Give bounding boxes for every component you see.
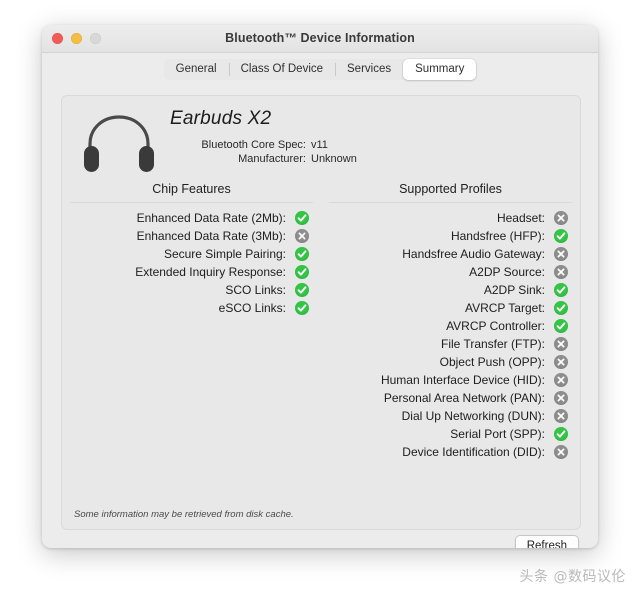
status-check-icon: [554, 301, 568, 315]
supported-profiles-divider: [329, 202, 572, 203]
chip-feature-label: eSCO Links:: [218, 301, 286, 315]
chip-feature-label: Enhanced Data Rate (3Mb):: [136, 229, 286, 243]
manufacturer-label: Manufacturer:: [238, 153, 306, 165]
supported-profile-row: Headset:: [321, 209, 580, 227]
device-spec-row: Bluetooth Core Spec: v11: [170, 139, 357, 151]
status-cross-icon: [554, 373, 568, 387]
device-name: Earbuds X2: [170, 108, 272, 129]
chip-features-column: Chip Features Enhanced Data Rate (2Mb): E…: [62, 181, 321, 529]
manufacturer-value: Unknown: [311, 153, 357, 165]
chip-features-title: Chip Features: [152, 182, 231, 196]
tab-bar: General Class Of Device Services Summary: [42, 53, 598, 85]
supported-profile-label: Human Interface Device (HID):: [380, 373, 545, 387]
supported-profile-row: Personal Area Network (PAN):: [321, 389, 580, 407]
bluetooth-core-spec-label: Bluetooth Core Spec:: [201, 139, 306, 151]
supported-profile-row: Human Interface Device (HID):: [321, 371, 580, 389]
headphones-icon: [78, 106, 160, 178]
chip-feature-row: Extended Inquiry Response:: [62, 263, 321, 281]
window-title: Bluetooth™ Device Information: [225, 31, 415, 45]
supported-profile-row: Object Push (OPP):: [321, 353, 580, 371]
supported-profile-row: AVRCP Controller:: [321, 317, 580, 335]
chip-feature-label: Enhanced Data Rate (2Mb):: [136, 211, 286, 225]
status-check-icon: [554, 283, 568, 297]
tab-summary[interactable]: Summary: [403, 58, 477, 80]
summary-columns: Chip Features Enhanced Data Rate (2Mb): E…: [62, 181, 580, 529]
chip-feature-row: Enhanced Data Rate (2Mb):: [62, 209, 321, 227]
chip-feature-label: Secure Simple Pairing:: [163, 247, 286, 261]
status-check-icon: [295, 247, 309, 261]
status-check-icon: [554, 319, 568, 333]
tab-class-of-device[interactable]: Class Of Device: [228, 59, 335, 80]
supported-profile-label: Handsfree (HFP):: [450, 229, 545, 243]
tab-services[interactable]: Services: [335, 59, 403, 80]
supported-profile-label: AVRCP Target:: [464, 301, 545, 315]
status-cross-icon: [554, 265, 568, 279]
chip-features-divider: [70, 202, 313, 203]
supported-profile-label: Personal Area Network (PAN):: [383, 391, 545, 405]
chip-feature-row: Secure Simple Pairing:: [62, 245, 321, 263]
status-check-icon: [295, 265, 309, 279]
supported-profile-label: Object Push (OPP):: [439, 355, 545, 369]
supported-profile-label: A2DP Source:: [469, 265, 545, 279]
supported-profile-row: Device Identification (DID):: [321, 443, 580, 461]
device-header: Earbuds X2 Bluetooth Core Spec: v11 Manu…: [62, 96, 580, 181]
supported-profiles-rows: Headset: Handsfree (HFP): Handsfree Audio …: [321, 209, 580, 461]
device-spec-row: Manufacturer: Unknown: [170, 153, 357, 165]
tab-general[interactable]: General: [164, 59, 229, 80]
status-cross-icon: [554, 409, 568, 423]
supported-profile-row: Dial Up Networking (DUN):: [321, 407, 580, 425]
status-check-icon: [295, 211, 309, 225]
chip-feature-row: SCO Links:: [62, 281, 321, 299]
status-cross-icon: [554, 355, 568, 369]
device-info-block: Earbuds X2 Bluetooth Core Spec: v11 Manu…: [170, 108, 357, 167]
chip-features-rows: Enhanced Data Rate (2Mb): Enhanced Data R…: [62, 209, 321, 317]
status-check-icon: [295, 301, 309, 315]
watermark: 头条 @数码议伦: [519, 569, 626, 585]
status-cross-icon: [554, 391, 568, 405]
supported-profile-label: AVRCP Controller:: [446, 319, 545, 333]
chip-feature-row: Enhanced Data Rate (3Mb):: [62, 227, 321, 245]
supported-profile-row: Serial Port (SPP):: [321, 425, 580, 443]
status-cross-icon: [554, 445, 568, 459]
disk-cache-note: Some information may be retrieved from d…: [74, 509, 294, 520]
supported-profiles-column: Supported Profiles Headset: Handsfree (HF…: [321, 181, 580, 529]
status-cross-icon: [295, 229, 309, 243]
chip-feature-label: Extended Inquiry Response:: [135, 265, 286, 279]
supported-profile-row: Handsfree Audio Gateway:: [321, 245, 580, 263]
supported-profile-row: A2DP Sink:: [321, 281, 580, 299]
supported-profile-label: File Transfer (FTP):: [440, 337, 545, 351]
screenshot-root: Bluetooth™ Device Information General Cl…: [0, 0, 640, 602]
supported-profile-row: A2DP Source:: [321, 263, 580, 281]
status-check-icon: [554, 229, 568, 243]
refresh-button[interactable]: Refresh: [514, 535, 579, 548]
supported-profile-row: Handsfree (HFP):: [321, 227, 580, 245]
window-titlebar[interactable]: Bluetooth™ Device Information: [42, 25, 598, 53]
supported-profile-label: A2DP Sink:: [483, 283, 545, 297]
supported-profile-row: AVRCP Target:: [321, 299, 580, 317]
status-cross-icon: [554, 211, 568, 225]
supported-profile-label: Device Identification (DID):: [402, 445, 545, 459]
status-cross-icon: [554, 337, 568, 351]
status-cross-icon: [554, 247, 568, 261]
chip-feature-label: SCO Links:: [225, 283, 286, 297]
chip-feature-row: eSCO Links:: [62, 299, 321, 317]
bluetooth-core-spec-value: v11: [311, 139, 328, 151]
supported-profiles-title: Supported Profiles: [399, 182, 502, 196]
supported-profile-label: Headset:: [496, 211, 545, 225]
status-check-icon: [554, 427, 568, 441]
supported-profile-row: File Transfer (FTP):: [321, 335, 580, 353]
supported-profile-label: Dial Up Networking (DUN):: [401, 409, 545, 423]
summary-content-panel: Earbuds X2 Bluetooth Core Spec: v11 Manu…: [61, 95, 581, 530]
bluetooth-device-information-window: Bluetooth™ Device Information General Cl…: [42, 25, 598, 548]
supported-profile-label: Serial Port (SPP):: [450, 427, 545, 441]
supported-profile-label: Handsfree Audio Gateway:: [402, 247, 545, 261]
status-check-icon: [295, 283, 309, 297]
tab-group: General Class Of Device Services Summary: [163, 58, 477, 80]
